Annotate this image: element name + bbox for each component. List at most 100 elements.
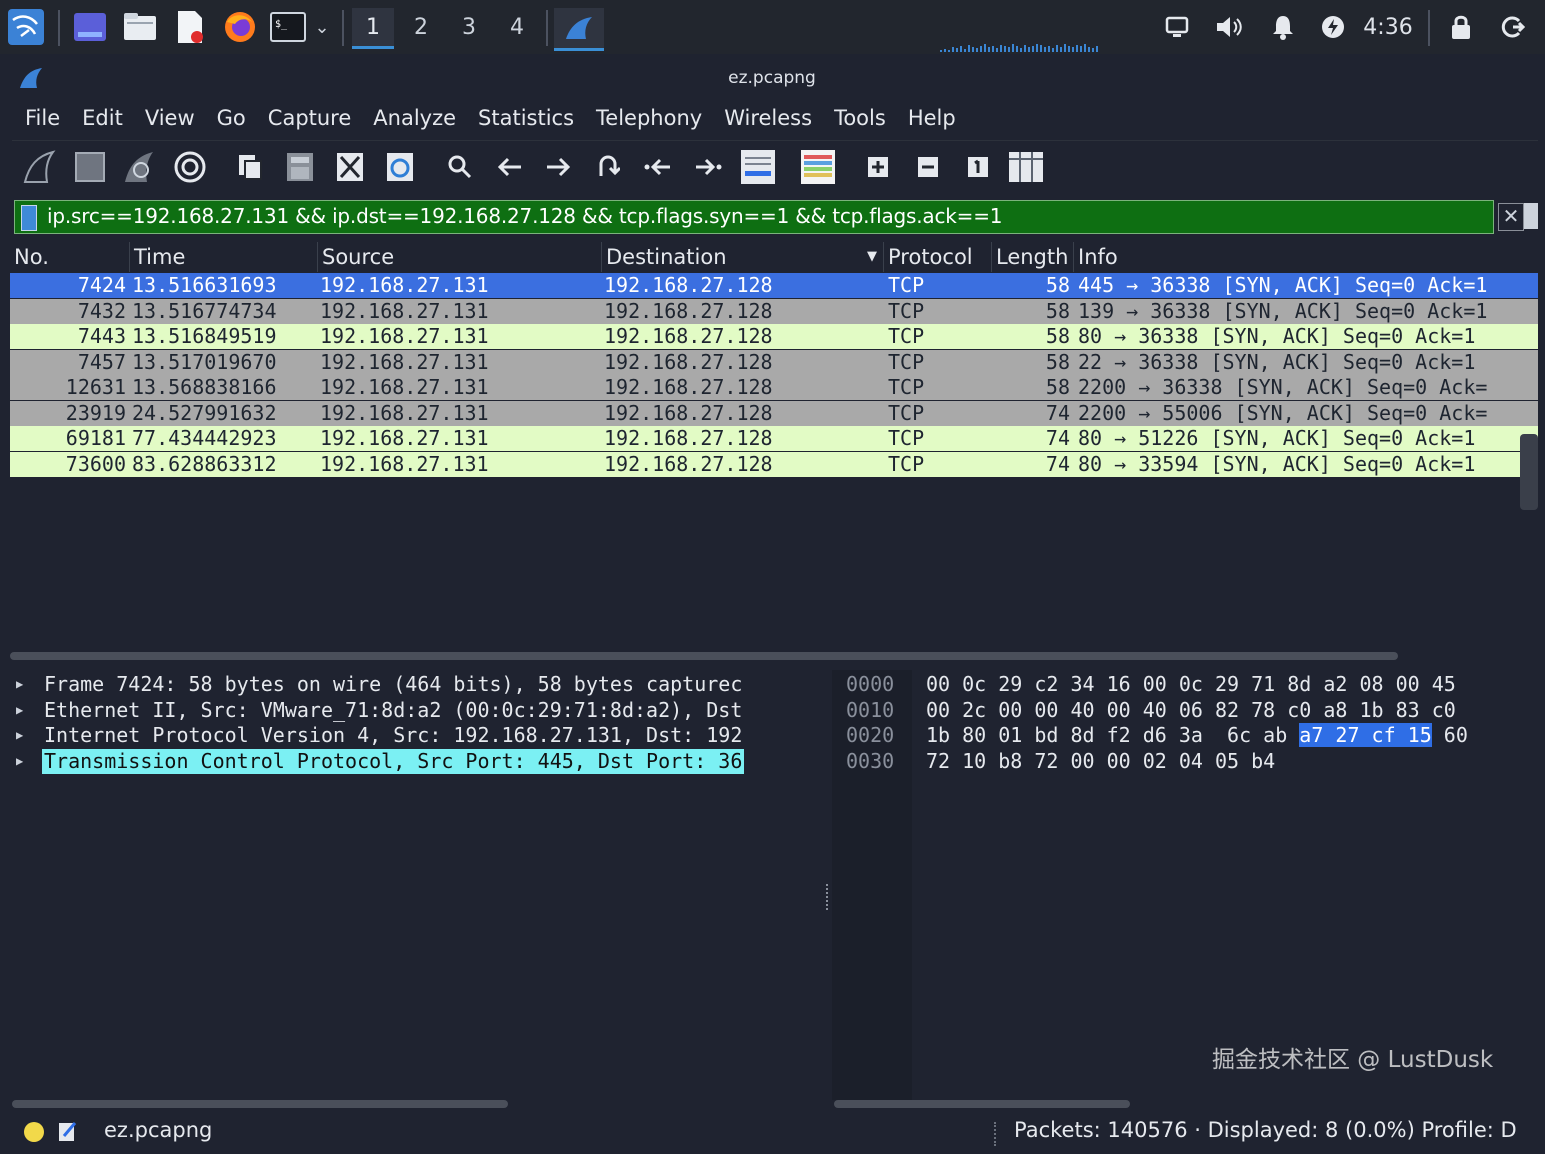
zoom-in-icon[interactable] — [858, 147, 898, 187]
hex-bytes-row[interactable]: 00 0c 29 c2 34 16 00 0c 29 71 8d a2 08 0… — [926, 672, 1456, 697]
packet-source: 192.168.27.131 — [320, 426, 489, 450]
capture-options-icon[interactable] — [170, 147, 210, 187]
text-editor-icon[interactable] — [170, 8, 210, 46]
kali-menu-icon[interactable] — [6, 8, 46, 46]
lock-screen-icon[interactable] — [1444, 8, 1478, 46]
workspace-2[interactable]: 2 — [400, 8, 442, 46]
column-length[interactable]: Length — [992, 242, 1074, 272]
packet-source: 192.168.27.131 — [320, 273, 489, 297]
go-forward-icon[interactable] — [538, 147, 578, 187]
menu-file[interactable]: File — [14, 102, 71, 138]
column-destination[interactable]: Destination ▼ — [602, 242, 884, 272]
packet-length: 58 — [1045, 273, 1070, 297]
display-filter-input[interactable]: ip.src==192.168.27.131 && ip.dst==192.16… — [14, 200, 1494, 234]
open-file-icon[interactable] — [230, 147, 270, 187]
start-capture-icon[interactable] — [20, 147, 60, 187]
menu-statistics[interactable]: Statistics — [467, 102, 585, 138]
close-file-icon[interactable] — [330, 147, 370, 187]
packet-row[interactable]: 7424 13.516631693 192.168.27.131 192.168.27… — [10, 273, 1538, 298]
reload-file-icon[interactable] — [380, 147, 420, 187]
stop-capture-icon[interactable] — [70, 147, 110, 187]
packet-row[interactable]: 7432 13.516774734 192.168.27.131 192.168.27… — [10, 298, 1538, 324]
menu-wireless[interactable]: Wireless — [713, 102, 823, 138]
menu-tools[interactable]: Tools — [823, 102, 897, 138]
chevron-down-icon[interactable]: ⌄ — [310, 8, 334, 46]
go-to-packet-icon[interactable] — [588, 147, 628, 187]
hex-bytes-row[interactable]: 00 2c 00 00 40 00 40 06 82 78 c0 a8 1b 8… — [926, 698, 1456, 723]
packet-source: 192.168.27.131 — [320, 400, 489, 425]
workspace-1[interactable]: 1 — [352, 8, 394, 49]
hex-bytes-row[interactable]: 1b 80 01 bd 8d f2 d6 3a 6c ab a7 27 cf 1… — [926, 723, 1468, 748]
auto-scroll-icon[interactable] — [738, 147, 778, 187]
filter-text: ip.src==192.168.27.131 && ip.dst==192.16… — [47, 204, 1003, 228]
restart-capture-icon[interactable] — [120, 147, 160, 187]
menu-capture[interactable]: Capture — [257, 102, 363, 138]
column-source[interactable]: Source — [318, 242, 602, 272]
menu-view[interactable]: View — [134, 102, 206, 138]
main-toolbar — [12, 140, 1538, 193]
vertical-scrollbar[interactable] — [1520, 434, 1538, 510]
packet-list-scrollbar[interactable] — [10, 652, 1398, 660]
wireshark-task-icon[interactable] — [554, 8, 604, 51]
menu-go[interactable]: Go — [206, 102, 257, 138]
go-back-icon[interactable] — [490, 147, 530, 187]
window-titlebar[interactable]: ez.pcapng — [6, 54, 1538, 102]
display-icon[interactable] — [1160, 8, 1194, 46]
workspace-4[interactable]: 4 — [496, 8, 538, 46]
resize-columns-icon[interactable] — [1006, 147, 1046, 187]
clock[interactable]: 4:36 — [1360, 8, 1416, 46]
first-packet-icon[interactable] — [638, 147, 678, 187]
terminal-icon[interactable]: $_ — [268, 8, 308, 46]
packet-row[interactable]: 7457 13.517019670 192.168.27.131 192.168.27… — [10, 349, 1538, 375]
hex-bytes-row[interactable]: 72 10 b8 72 00 00 02 04 05 b4 — [926, 749, 1275, 774]
display-filter-bar: ip.src==192.168.27.131 && ip.dst==192.16… — [14, 200, 1538, 234]
expand-arrow-icon[interactable]: ▶ — [16, 723, 23, 748]
menu-edit[interactable]: Edit — [71, 102, 134, 138]
column-info[interactable]: Info — [1074, 242, 1534, 272]
expand-arrow-icon[interactable]: ▶ — [16, 749, 23, 774]
clear-filter-icon[interactable]: ✕ — [1498, 203, 1524, 231]
colorize-icon[interactable] — [798, 147, 838, 187]
menu-telephony[interactable]: Telephony — [585, 102, 713, 138]
zoom-out-icon[interactable] — [908, 147, 948, 187]
bytes-scrollbar[interactable] — [834, 1100, 1130, 1108]
menu-analyze[interactable]: Analyze — [362, 102, 467, 138]
details-scrollbar[interactable] — [12, 1100, 508, 1108]
workspace-3[interactable]: 3 — [448, 8, 490, 46]
file-manager-icon[interactable] — [120, 8, 160, 46]
find-packet-icon[interactable] — [440, 147, 480, 187]
notification-bell-icon[interactable] — [1266, 8, 1300, 46]
packet-row[interactable]: 23919 24.527991632 192.168.27.131 192.168.2… — [10, 400, 1538, 426]
column-protocol[interactable]: Protocol — [884, 242, 992, 272]
expert-info-icon[interactable] — [24, 1122, 44, 1142]
packet-row[interactable]: 69181 77.434442923 192.168.27.131 192.168.2… — [10, 426, 1538, 451]
packet-row[interactable]: 73600 83.628863312 192.168.27.131 192.168.2… — [10, 451, 1538, 477]
apply-filter-icon[interactable] — [1524, 203, 1538, 229]
capture-comment-icon[interactable] — [58, 1120, 78, 1142]
expand-arrow-icon[interactable]: ▶ — [16, 698, 23, 723]
packet-no: 7443 — [77, 324, 126, 348]
column-no[interactable]: No. — [10, 242, 130, 272]
normal-size-icon[interactable] — [958, 147, 998, 187]
status-profile[interactable]: Profile: D — [1421, 1118, 1516, 1142]
workspace-switcher-icon[interactable] — [70, 8, 110, 46]
firefox-icon[interactable] — [220, 8, 260, 46]
last-packet-icon[interactable] — [688, 147, 728, 187]
wireshark-window: ez.pcapng File Edit View Go Capture Anal… — [6, 54, 1538, 1154]
filter-bookmark-icon[interactable] — [21, 205, 37, 231]
watermark: 掘金技术社区 @ LustDusk — [1212, 1047, 1494, 1073]
column-time[interactable]: Time — [130, 242, 318, 272]
volume-icon[interactable] — [1212, 8, 1246, 46]
packet-row[interactable]: 7443 13.516849519 192.168.27.131 192.168.27… — [10, 324, 1538, 349]
save-file-icon[interactable] — [280, 147, 320, 187]
expand-arrow-icon[interactable]: ▶ — [16, 672, 23, 697]
packet-details-pane: ▶ Frame 7424: 58 bytes on wire (464 bits)… — [16, 672, 745, 774]
packet-protocol: TCP — [888, 298, 925, 323]
power-manager-icon[interactable] — [1316, 8, 1350, 46]
packet-destination: 192.168.27.128 — [604, 349, 773, 374]
logout-icon[interactable] — [1496, 8, 1530, 46]
packet-info: 22 → 36338 [SYN, ACK] Seq=0 Ack=1 — [1078, 349, 1476, 374]
menu-help[interactable]: Help — [897, 102, 967, 138]
packet-no: 12631 — [65, 375, 126, 399]
packet-row[interactable]: 12631 13.568838166 192.168.27.131 192.168.2… — [10, 375, 1538, 400]
